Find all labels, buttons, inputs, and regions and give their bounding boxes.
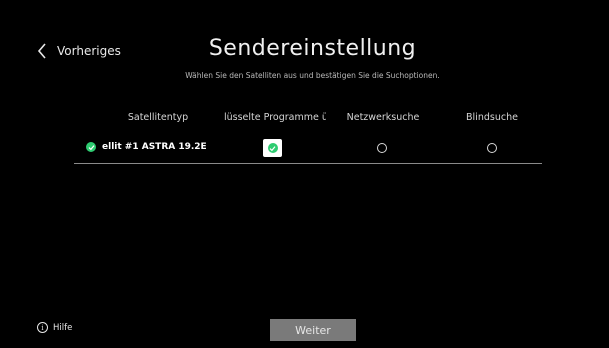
column-header-encrypted-programs: lüsselte Programme ü [224, 112, 326, 123]
encrypted-programs-checkbox[interactable] [263, 139, 282, 157]
column-header-network-search: Netzwerksuche [346, 112, 420, 123]
page-subtitle: Wählen Sie den Satelliten aus und bestät… [185, 71, 440, 80]
help-label: Hilfe [53, 322, 73, 333]
column-header-blind-search: Blindsuche [466, 112, 518, 123]
help-button[interactable]: i Hilfe [37, 322, 72, 333]
page-title: Sendereinstellung [208, 36, 417, 61]
network-search-radio[interactable] [377, 143, 387, 153]
blind-search-radio[interactable] [487, 143, 497, 153]
row-divider [74, 163, 542, 164]
column-header-satellite-type: Satellitentyp [127, 112, 189, 123]
info-icon: i [37, 322, 48, 333]
satellite-row[interactable]: ellit #1 ASTRA 19.2E [86, 142, 207, 152]
next-button[interactable]: Weiter [270, 319, 356, 341]
check-circle-icon [267, 143, 278, 153]
satellite-name: ellit #1 ASTRA 19.2E [102, 142, 207, 152]
check-circle-icon [86, 142, 96, 152]
